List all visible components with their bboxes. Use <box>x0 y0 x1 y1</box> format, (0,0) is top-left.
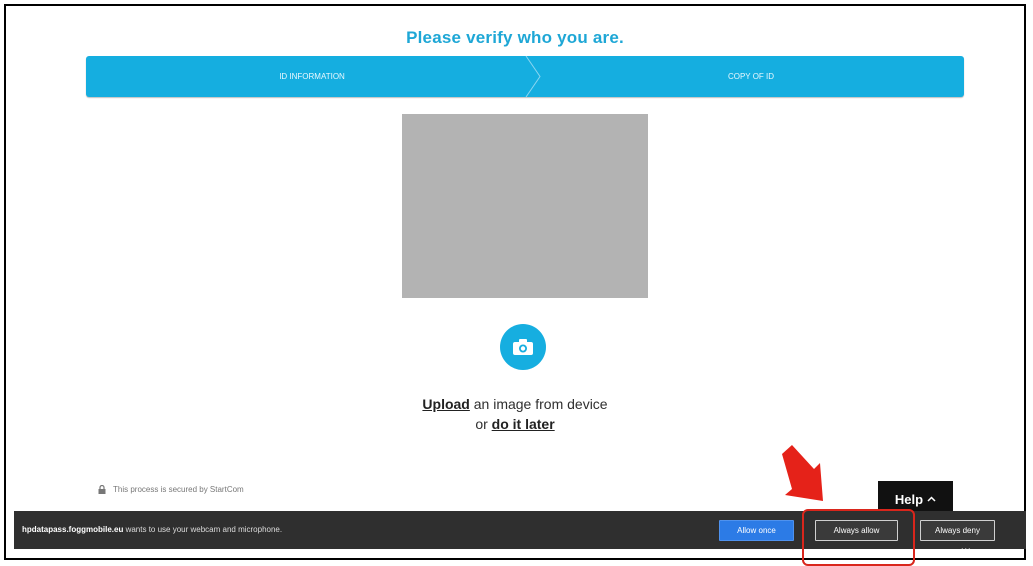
camera-icon <box>513 339 533 355</box>
or-text: or <box>475 416 492 432</box>
progress-stepper: ID INFORMATION COPY OF ID <box>86 56 964 97</box>
browser-viewport: Please verify who you are. ID INFORMATIO… <box>4 4 1026 560</box>
always-deny-button[interactable]: Always deny <box>920 520 995 541</box>
upload-text: an image from device <box>469 396 608 412</box>
step-id-information: ID INFORMATION <box>279 72 345 81</box>
security-text: This process is secured by StartCom <box>113 485 244 494</box>
camera-button[interactable] <box>500 324 546 370</box>
more-options-icon[interactable]: ... <box>961 542 972 551</box>
permission-message: hpdatapass.foggmobile.eu wants to use yo… <box>22 511 282 549</box>
step-copy-of-id: COPY OF ID <box>727 72 775 81</box>
permission-text: wants to use your webcam and microphone. <box>123 525 283 534</box>
chevron-up-icon <box>927 496 936 502</box>
permission-site: hpdatapass.foggmobile.eu <box>22 525 124 534</box>
annotation-highlight-box <box>802 509 915 566</box>
upload-link[interactable]: Upload <box>422 396 469 412</box>
id-image-preview <box>402 114 648 298</box>
lock-icon <box>98 485 106 494</box>
security-note: This process is secured by StartCom <box>98 485 244 494</box>
allow-once-button[interactable]: Allow once <box>719 520 794 541</box>
upload-instructions: Upload an image from device or do it lat… <box>6 394 1024 434</box>
red-arrow-icon <box>782 445 823 501</box>
help-label: Help <box>894 491 924 507</box>
page-title: Please verify who you are. <box>406 28 624 47</box>
do-it-later-link[interactable]: do it later <box>492 416 555 432</box>
